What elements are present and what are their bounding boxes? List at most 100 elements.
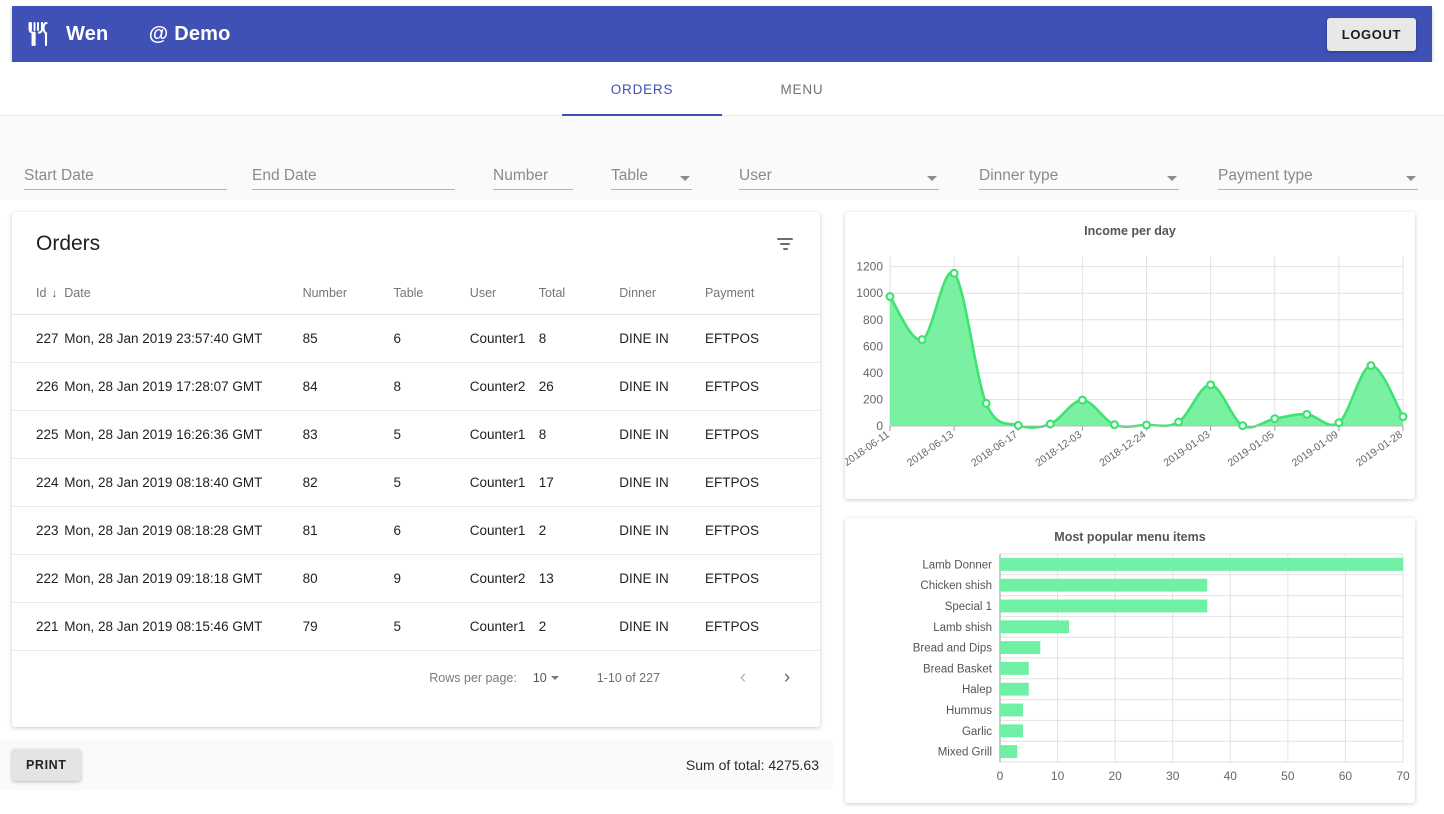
income-data-point-7[interactable] xyxy=(1109,420,1119,430)
cell-table: 6 xyxy=(393,506,470,555)
previous-page-button[interactable]: ‹ xyxy=(730,665,756,691)
cell-dinner: DINE IN xyxy=(619,362,705,411)
bar-5[interactable] xyxy=(1000,661,1029,675)
payment-type-placeholder: Payment type xyxy=(1218,166,1313,184)
bar-6[interactable] xyxy=(1000,682,1029,696)
next-page-button[interactable]: › xyxy=(774,665,800,691)
income-data-point-16[interactable] xyxy=(1398,412,1408,422)
filter-bar-1 xyxy=(777,238,793,240)
orders-table: Id ↓ Date Number Table User Total Dinner … xyxy=(12,276,820,651)
column-header-id[interactable]: Id ↓ xyxy=(12,276,65,315)
income-data-point-1[interactable] xyxy=(917,335,927,345)
bar-4[interactable] xyxy=(1000,641,1041,655)
cell-total: 8 xyxy=(538,314,620,363)
cell-total: 13 xyxy=(538,554,620,603)
restaurant-cutlery-icon xyxy=(28,22,50,46)
bar-7[interactable] xyxy=(1000,703,1024,717)
tab-menu[interactable]: MENU xyxy=(722,62,882,116)
income-data-point-4[interactable] xyxy=(1013,420,1023,430)
chevron-down-icon xyxy=(550,676,559,680)
cell-payment: EFTPOS xyxy=(704,458,820,507)
income-data-point-2[interactable] xyxy=(949,268,959,278)
column-header-date[interactable]: Date xyxy=(64,276,303,315)
cell-payment: EFTPOS xyxy=(704,554,820,603)
table-row[interactable]: 224 Mon, 28 Jan 2019 08:18:40 GMT 82 5 Count… xyxy=(12,458,820,507)
cell-number: 81 xyxy=(302,506,394,555)
dinner-type-select[interactable]: Dinner type xyxy=(979,146,1179,190)
cell-payment: EFTPOS xyxy=(704,314,820,363)
x-tick-60: 60 xyxy=(1339,769,1353,783)
x-tick-2018-06-11: 2018-06-11 xyxy=(845,429,892,469)
cell-user: Counter2 xyxy=(469,554,539,603)
cell-user: Counter1 xyxy=(469,602,539,651)
income-data-point-6[interactable] xyxy=(1077,395,1087,405)
table-row[interactable]: 222 Mon, 28 Jan 2019 09:18:18 GMT 80 9 Count… xyxy=(12,554,820,603)
cell-date: Mon, 28 Jan 2019 08:15:46 GMT xyxy=(64,602,303,651)
income-data-point-11[interactable] xyxy=(1238,421,1248,431)
table-row[interactable]: 221 Mon, 28 Jan 2019 08:15:46 GMT 79 5 Count… xyxy=(12,602,820,651)
x-tick-20: 20 xyxy=(1108,769,1122,783)
column-header-payment[interactable]: Payment xyxy=(704,276,820,315)
tab-orders[interactable]: ORDERS xyxy=(562,62,722,116)
orders-footer: PRINT Sum of total: 4275.63 xyxy=(0,740,833,790)
cell-date: Mon, 28 Jan 2019 23:57:40 GMT xyxy=(64,314,303,363)
table-row[interactable]: 226 Mon, 28 Jan 2019 17:28:07 GMT 84 8 Count… xyxy=(12,362,820,411)
income-data-point-14[interactable] xyxy=(1334,418,1344,428)
filter-list-icon[interactable] xyxy=(774,233,796,255)
x-tick-30: 30 xyxy=(1166,769,1180,783)
chevron-down-icon xyxy=(927,176,937,181)
table-select[interactable]: Table xyxy=(611,146,692,190)
income-data-point-8[interactable] xyxy=(1142,420,1152,430)
x-tick-2018-06-17: 2018-06-17 xyxy=(969,429,1020,470)
cell-number: 83 xyxy=(302,410,394,459)
rows-per-page-select[interactable]: 10 xyxy=(533,671,559,685)
cell-payment: EFTPOS xyxy=(704,506,820,555)
bar-3[interactable] xyxy=(1000,620,1070,634)
bar-9[interactable] xyxy=(1000,745,1018,759)
income-data-point-13[interactable] xyxy=(1302,409,1312,419)
table-row[interactable]: 223 Mon, 28 Jan 2019 08:18:28 GMT 81 6 Count… xyxy=(12,506,820,555)
start-date-field[interactable]: Start Date xyxy=(24,146,227,190)
cell-number: 79 xyxy=(302,602,394,651)
column-header-number[interactable]: Number xyxy=(302,276,394,315)
bar-8[interactable] xyxy=(1000,724,1024,738)
cell-user: Counter1 xyxy=(469,506,539,555)
end-date-field[interactable]: End Date xyxy=(252,146,455,190)
x-tick-2019-01-05: 2019-01-05 xyxy=(1226,429,1277,470)
pagination-range-label: 1-10 of 227 xyxy=(596,671,660,685)
column-header-user[interactable]: User xyxy=(469,276,539,315)
income-data-point-3[interactable] xyxy=(981,398,991,408)
income-data-point-5[interactable] xyxy=(1045,419,1055,429)
cell-number: 80 xyxy=(302,554,394,603)
bar-1[interactable] xyxy=(1000,578,1208,592)
cell-date: Mon, 28 Jan 2019 08:18:40 GMT xyxy=(64,458,303,507)
print-button[interactable]: PRINT xyxy=(12,749,81,781)
table-row[interactable]: 227 Mon, 28 Jan 2019 23:57:40 GMT 85 6 Count… xyxy=(12,314,820,363)
payment-type-select[interactable]: Payment type xyxy=(1218,146,1418,190)
income-data-point-15[interactable] xyxy=(1366,361,1376,371)
x-tick-50: 50 xyxy=(1281,769,1295,783)
cell-table: 5 xyxy=(393,458,470,507)
column-header-table[interactable]: Table xyxy=(393,276,470,315)
income-data-point-12[interactable] xyxy=(1270,414,1280,424)
table-row[interactable]: 225 Mon, 28 Jan 2019 16:26:36 GMT 83 5 Count… xyxy=(12,410,820,459)
cell-dinner: DINE IN xyxy=(619,314,705,363)
cell-dinner: DINE IN xyxy=(619,410,705,459)
filter-bar: Start Date End Date Number Table User Di… xyxy=(0,116,1444,200)
category-label-2: Special 1 xyxy=(945,601,992,613)
income-data-point-0[interactable] xyxy=(885,292,895,302)
logout-button[interactable]: LOGOUT xyxy=(1326,17,1416,51)
cell-number: 84 xyxy=(302,362,394,411)
income-data-point-9[interactable] xyxy=(1174,417,1184,427)
bar-0[interactable] xyxy=(1000,557,1403,571)
cell-payment: EFTPOS xyxy=(704,410,820,459)
number-field[interactable]: Number xyxy=(493,146,573,190)
user-select[interactable]: User xyxy=(739,146,939,190)
cell-dinner: DINE IN xyxy=(619,554,705,603)
income-data-point-10[interactable] xyxy=(1206,380,1216,390)
column-header-dinner[interactable]: Dinner xyxy=(619,276,705,315)
cell-date: Mon, 28 Jan 2019 09:18:18 GMT xyxy=(64,554,303,603)
bar-2[interactable] xyxy=(1000,599,1208,613)
column-header-total[interactable]: Total xyxy=(538,276,620,315)
x-tick-0: 0 xyxy=(997,769,1004,783)
